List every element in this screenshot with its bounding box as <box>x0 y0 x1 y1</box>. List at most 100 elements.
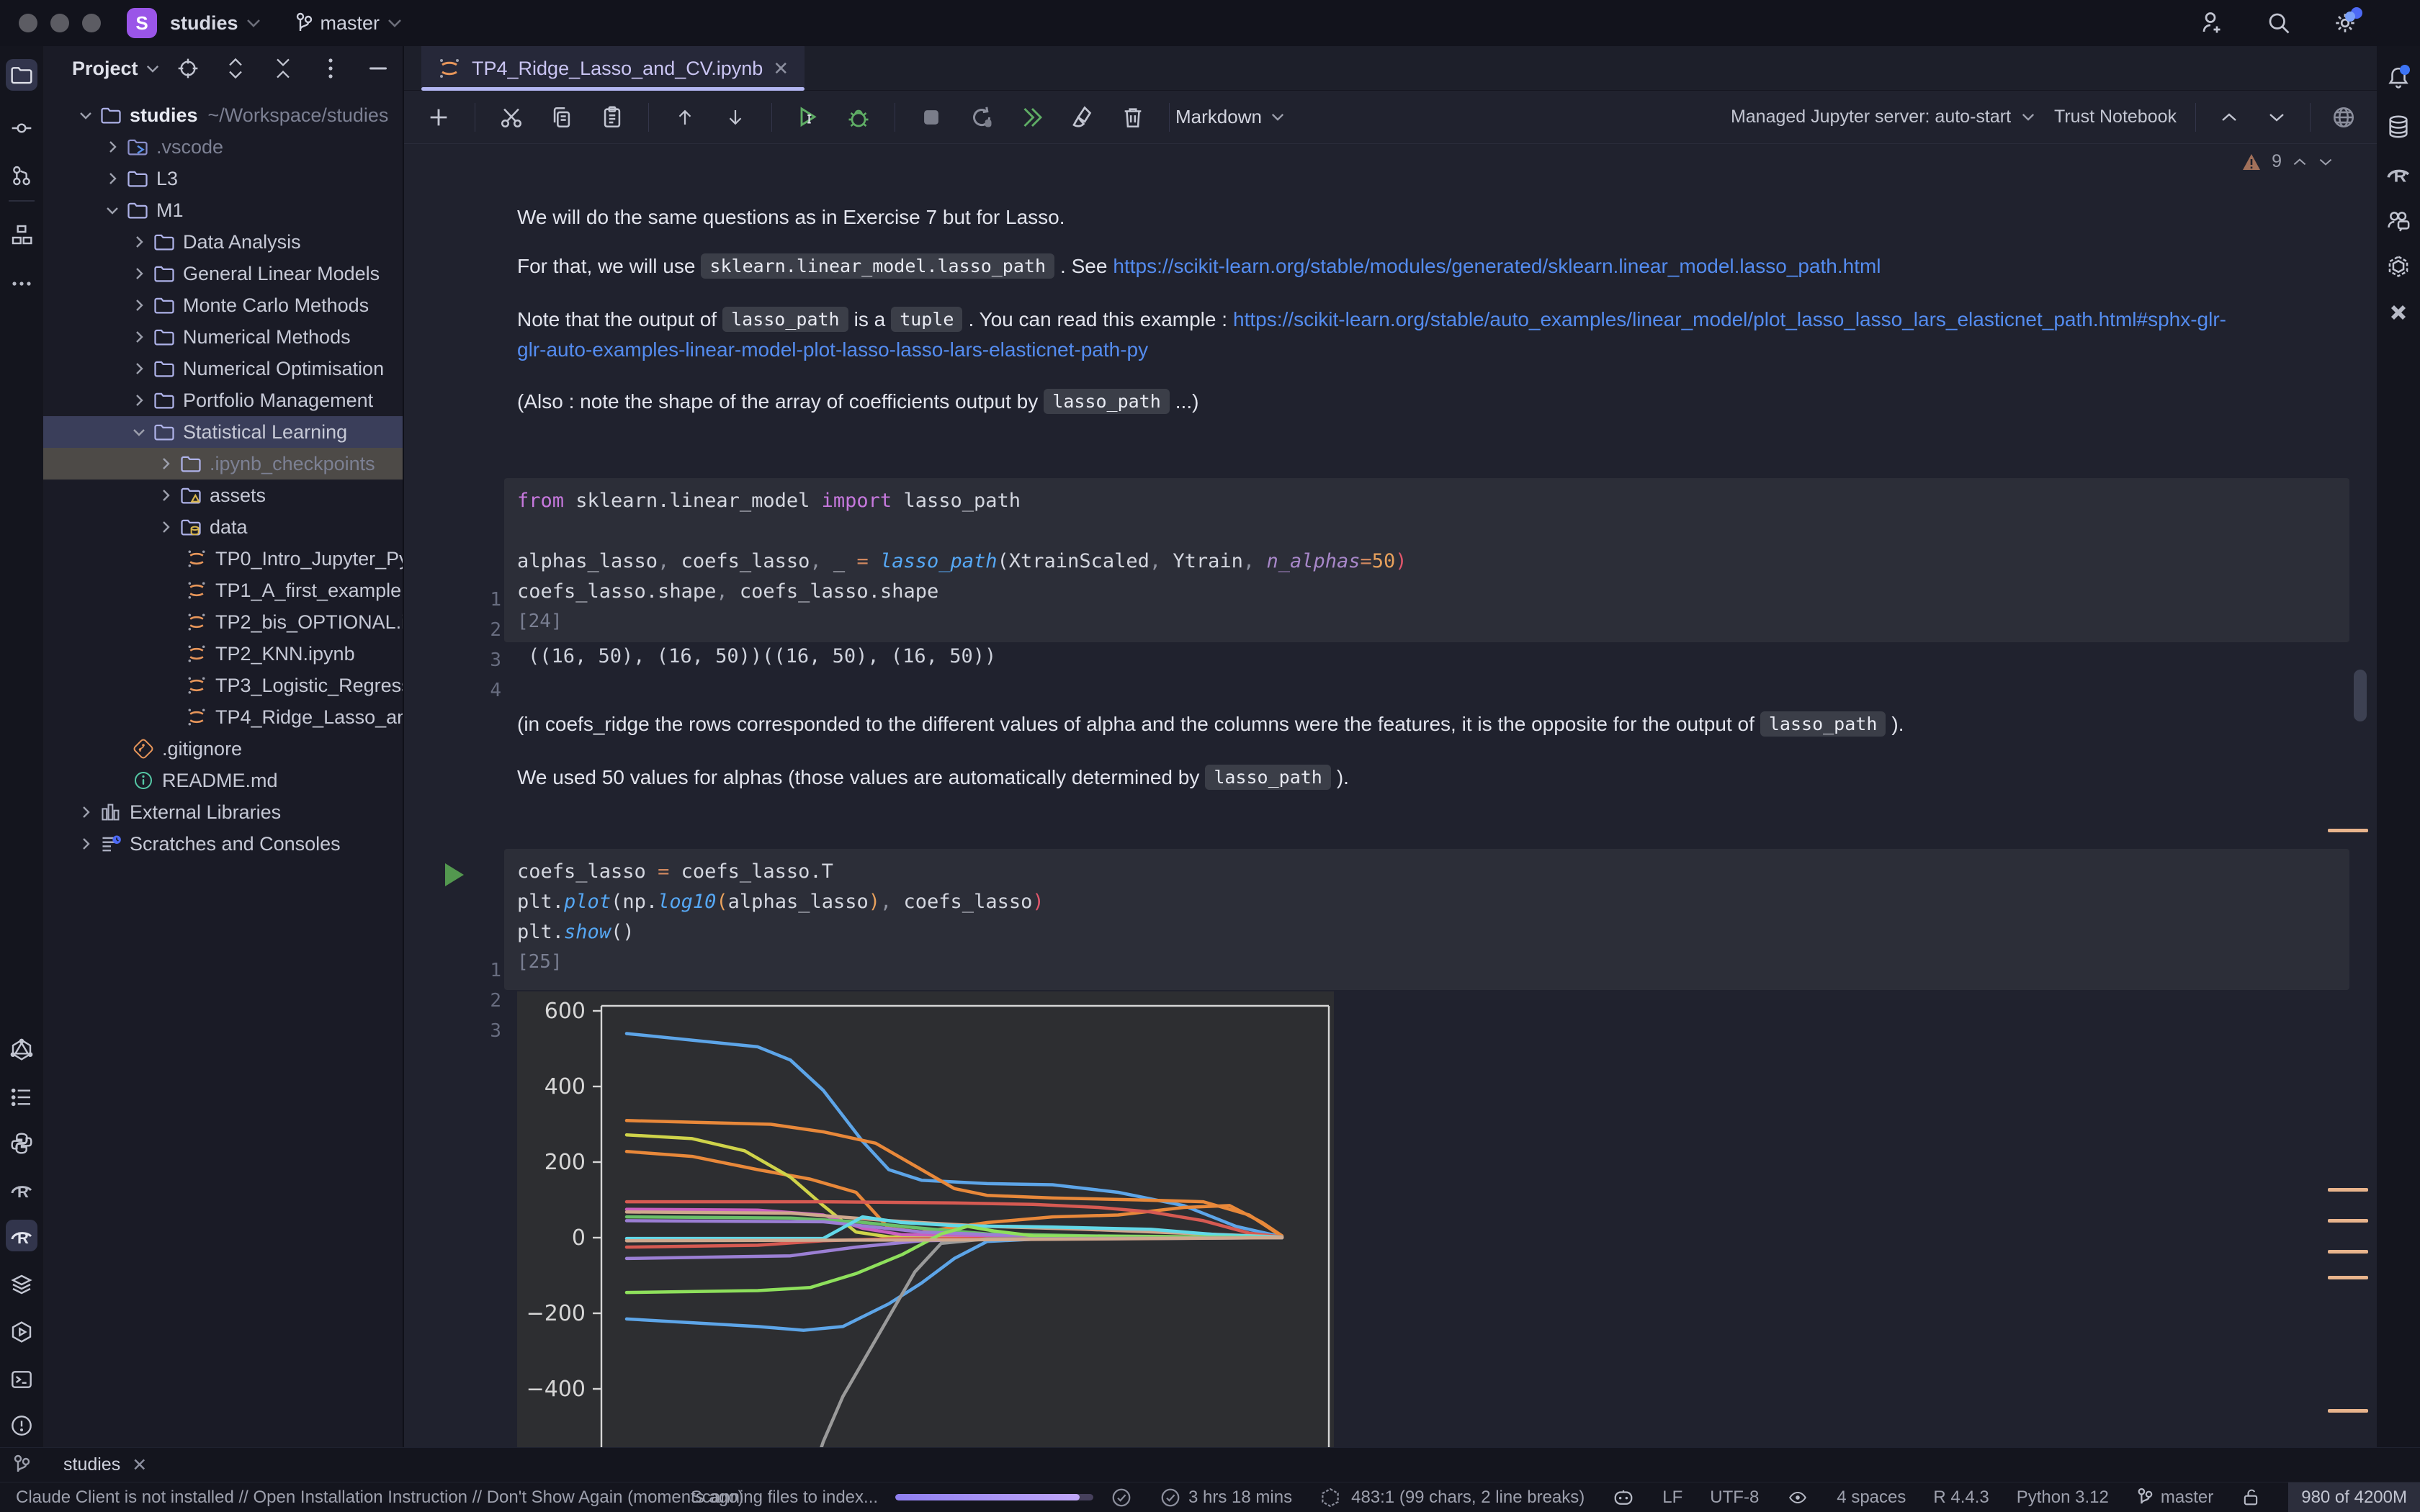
tree-item-monte-carlo-methods[interactable]: Monte Carlo Methods <box>43 289 403 321</box>
more-tool-windows-icon[interactable] <box>6 268 37 300</box>
warning-stripe-mark[interactable] <box>2328 1188 2368 1192</box>
project-folder-icon[interactable] <box>6 59 37 91</box>
notifications-bell-icon[interactable] <box>2383 62 2414 94</box>
debug-cell-icon[interactable] <box>844 103 873 132</box>
chevron-collapsed-icon[interactable] <box>128 329 150 345</box>
tree-item-m1[interactable]: M1 <box>43 194 403 226</box>
tree-item-assets[interactable]: assets <box>43 480 403 511</box>
copilot-status-icon[interactable] <box>1612 1487 1635 1508</box>
chevron-expanded-icon[interactable] <box>75 109 97 121</box>
tree-item-tp2-knn-ipynb[interactable]: TP2_KNN.ipynb <box>43 638 403 670</box>
code-with-me-users-icon[interactable] <box>2383 204 2414 236</box>
time-tracker[interactable]: 3 hrs 18 mins <box>1160 1487 1292 1508</box>
warning-stripe-mark[interactable] <box>2328 1219 2368 1223</box>
move-cell-down-icon[interactable] <box>721 103 750 132</box>
code-line[interactable] <box>504 516 2349 546</box>
chevron-collapsed-icon[interactable] <box>102 139 123 155</box>
tree-item-l3[interactable]: L3 <box>43 163 403 194</box>
stop-kernel-icon[interactable] <box>917 103 946 132</box>
tree-item-data[interactable]: data <box>43 511 403 543</box>
warning-stripe-mark[interactable] <box>2328 1276 2368 1279</box>
tool-window-close-icon[interactable]: ✕ <box>132 1454 147 1476</box>
add-cell-icon[interactable] <box>424 103 453 132</box>
tree-item-numerical-methods[interactable]: Numerical Methods <box>43 321 403 353</box>
hide-panel-icon[interactable] <box>364 54 393 83</box>
project-panel-title-dropdown[interactable]: Project <box>72 58 160 80</box>
file-encoding[interactable]: UTF-8 <box>1710 1488 1759 1508</box>
tree-item-statistical-learning[interactable]: Statistical Learning <box>43 416 403 448</box>
database-icon[interactable] <box>2383 111 2414 143</box>
vcs-widget[interactable]: master <box>295 12 403 35</box>
next-problem-icon[interactable] <box>2318 157 2334 167</box>
tree-item--ipynb-checkpoints[interactable]: .ipynb_checkpoints <box>43 448 403 480</box>
cell-type-selector[interactable]: Markdown <box>1175 106 1285 128</box>
tree-item-portfolio-management[interactable]: Portfolio Management <box>43 384 403 416</box>
project-avatar[interactable]: S <box>127 8 157 38</box>
close-window-button[interactable] <box>19 14 37 32</box>
code-line[interactable]: from sklearn.linear_model import lasso_p… <box>504 485 2349 516</box>
code-line[interactable]: coefs_lasso = coefs_lasso.T <box>504 856 2349 886</box>
ai-assistant-hexagon-icon[interactable] <box>2383 251 2414 282</box>
next-cell-icon[interactable] <box>2262 103 2291 132</box>
maximize-window-button[interactable] <box>82 14 101 32</box>
python-interpreter[interactable]: Python 3.12 <box>2017 1488 2109 1508</box>
run-cell-select-below-icon[interactable] <box>794 103 823 132</box>
tree-item-general-linear-models[interactable]: General Linear Models <box>43 258 403 289</box>
chevron-collapsed-icon[interactable] <box>128 297 150 313</box>
chevron-collapsed-icon[interactable] <box>102 171 123 186</box>
code-line[interactable]: coefs_lasso.shape, coefs_lasso.shape <box>504 576 2349 606</box>
tree-item-tp0-intro-jupyter-python-ipynb[interactable]: TP0_Intro_Jupyter_Python.ipynb <box>43 543 403 575</box>
indent-style[interactable]: 4 spaces <box>1837 1488 1906 1508</box>
clear-outputs-icon[interactable] <box>1068 103 1097 132</box>
collapse-all-icon[interactable] <box>269 54 297 83</box>
tree-item-external-libraries[interactable]: External Libraries <box>43 796 403 828</box>
tree-item-tp4-ridge-lasso-and-cv-ipynb[interactable]: TP4_Ridge_Lasso_and_CV.ipynb <box>43 701 403 733</box>
inspections-widget[interactable]: 9 <box>2241 151 2334 172</box>
todo-icon[interactable] <box>6 1081 37 1113</box>
chevron-collapsed-icon[interactable] <box>75 804 97 820</box>
file-lock-icon[interactable] <box>2241 1487 2261 1508</box>
expand-all-icon[interactable] <box>221 54 250 83</box>
status-message[interactable]: Claude Client is not installed // Open I… <box>16 1488 743 1508</box>
warning-stripe-mark[interactable] <box>2328 1250 2368 1254</box>
commit-icon[interactable] <box>6 112 37 144</box>
chevron-collapsed-icon[interactable] <box>155 456 176 472</box>
more-options-kebab-icon[interactable] <box>316 54 345 83</box>
plugin-puzzle-icon[interactable] <box>2383 297 2414 328</box>
code-with-me-icon[interactable] <box>2198 9 2227 37</box>
prev-cell-icon[interactable] <box>2215 103 2244 132</box>
r-interpreter[interactable]: R 4.4.3 <box>1933 1488 1989 1508</box>
move-cell-up-icon[interactable] <box>671 103 699 132</box>
code-line[interactable]: plt.plot(np.log10(alphas_lasso), coefs_l… <box>504 886 2349 917</box>
code-line[interactable]: alphas_lasso, coefs_lasso, _ = lasso_pat… <box>504 546 2349 576</box>
chevron-collapsed-icon[interactable] <box>128 361 150 377</box>
chevron-collapsed-icon[interactable] <box>128 234 150 250</box>
code-cell-1[interactable]: from sklearn.linear_model import lasso_p… <box>504 478 2349 642</box>
chevron-expanded-icon[interactable] <box>102 204 123 216</box>
chevron-expanded-icon[interactable] <box>128 426 150 438</box>
chevron-collapsed-icon[interactable] <box>155 487 176 503</box>
run-cell-icon[interactable] <box>445 863 464 886</box>
tree-item-tp1-a-first-example-ipynb[interactable]: TP1_A_first_example.ipynb <box>43 575 403 606</box>
structure-icon[interactable] <box>6 219 37 251</box>
delete-cell-icon[interactable] <box>1119 103 1147 132</box>
reader-mode-icon[interactable] <box>1786 1488 1809 1507</box>
restart-kernel-icon[interactable] <box>967 103 996 132</box>
run-anything-icon[interactable] <box>6 1316 37 1348</box>
tree-item-studies[interactable]: studies~/Workspace/studies <box>43 99 403 131</box>
search-icon[interactable] <box>2264 9 2293 37</box>
project-widget[interactable]: studies <box>170 12 261 35</box>
services-icon[interactable] <box>6 1269 37 1300</box>
python-packages-icon[interactable] <box>6 1128 37 1159</box>
tree-item-tp2-bis-optional-ipynb[interactable]: TP2_bis_OPTIONAL.ipynb <box>43 606 403 638</box>
tab-close-icon[interactable]: ✕ <box>773 58 789 80</box>
problems-icon[interactable] <box>6 1410 37 1441</box>
locate-file-icon[interactable] <box>174 54 202 83</box>
editor-scrollbar-thumb[interactable] <box>2354 670 2367 721</box>
git-branch-widget[interactable]: master <box>2136 1488 2213 1508</box>
tree-item-data-analysis[interactable]: Data Analysis <box>43 226 403 258</box>
chevron-collapsed-icon[interactable] <box>128 266 150 282</box>
chevron-collapsed-icon[interactable] <box>75 836 97 852</box>
r-console-icon[interactable]: R <box>6 1174 37 1205</box>
browser-preview-icon[interactable] <box>2329 103 2358 132</box>
